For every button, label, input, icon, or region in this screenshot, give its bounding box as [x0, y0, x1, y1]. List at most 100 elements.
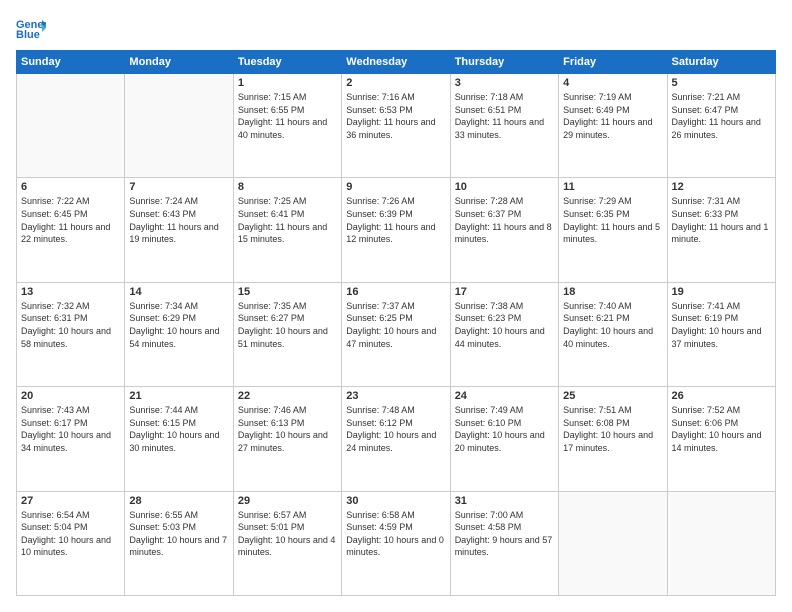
cell-info: Sunrise: 7:43 AMSunset: 6:17 PMDaylight:…	[21, 404, 120, 454]
day-number: 20	[21, 390, 120, 402]
calendar-cell: 11 Sunrise: 7:29 AMSunset: 6:35 PMDayligh…	[559, 178, 667, 282]
cell-info: Sunrise: 7:34 AMSunset: 6:29 PMDaylight:…	[129, 300, 228, 350]
day-number: 4	[563, 77, 662, 89]
calendar-table: SundayMondayTuesdayWednesdayThursdayFrid…	[16, 50, 776, 596]
calendar-cell: 23Sunrise: 7:48 AMSunset: 6:12 PMDayligh…	[342, 387, 450, 491]
day-number: 6	[21, 181, 120, 193]
day-number: 12	[672, 181, 771, 193]
day-number: 10	[455, 181, 554, 193]
day-number: 25	[563, 390, 662, 402]
day-number: 1	[238, 77, 337, 89]
calendar-cell: 26 Sunrise: 7:52 AMSunset: 6:06 PMDayligh…	[667, 387, 775, 491]
day-number: 18	[563, 286, 662, 298]
cell-info: Sunrise: 7:52 AMSunset: 6:06 PMDaylight:…	[672, 404, 771, 454]
calendar-cell	[125, 74, 233, 178]
day-number: 23	[346, 390, 445, 402]
weekday-header-tuesday: Tuesday	[233, 51, 341, 74]
cell-info: Sunrise: 7:24 AMSunset: 6:43 PMDaylight:…	[129, 195, 228, 245]
cell-info: Sunrise: 7:31 AMSunset: 6:33 PMDaylight:…	[672, 195, 771, 245]
week-row-1: 6 Sunrise: 7:22 AMSunset: 6:45 PMDaylight…	[17, 178, 776, 282]
svg-text:Blue: Blue	[16, 29, 40, 40]
day-number: 30	[346, 495, 445, 507]
calendar-cell: 8 Sunrise: 7:25 AMSunset: 6:41 PMDaylight…	[233, 178, 341, 282]
cell-info: Sunrise: 7:16 AMSunset: 6:53 PMDaylight:…	[346, 91, 445, 141]
calendar-cell: 3Sunrise: 7:18 AMSunset: 6:51 PMDaylight…	[450, 74, 558, 178]
calendar-cell: 24 Sunrise: 7:49 AMSunset: 6:10 PMDayligh…	[450, 387, 558, 491]
day-number: 16	[346, 286, 445, 298]
day-number: 15	[238, 286, 337, 298]
cell-info: Sunrise: 7:28 AMSunset: 6:37 PMDaylight:…	[455, 195, 554, 245]
calendar-cell: 29 Sunrise: 6:57 AMSunset: 5:01 PMDayligh…	[233, 491, 341, 595]
calendar-cell: 22 Sunrise: 7:46 AMSunset: 6:13 PMDayligh…	[233, 387, 341, 491]
calendar-cell: 15 Sunrise: 7:35 AMSunset: 6:27 PMDayligh…	[233, 282, 341, 386]
calendar-cell: 7Sunrise: 7:24 AMSunset: 6:43 PMDaylight…	[125, 178, 233, 282]
header: General Blue	[16, 16, 776, 40]
cell-info: Sunrise: 7:38 AMSunset: 6:23 PMDaylight:…	[455, 300, 554, 350]
cell-info: Sunrise: 7:49 AMSunset: 6:10 PMDaylight:…	[455, 404, 554, 454]
calendar-cell: 20 Sunrise: 7:43 AMSunset: 6:17 PMDayligh…	[17, 387, 125, 491]
calendar-page: General Blue SundayMondayTuesdayWednesda…	[0, 0, 792, 612]
cell-info: Sunrise: 7:15 AMSunset: 6:55 PMDaylight:…	[238, 91, 337, 141]
weekday-header-monday: Monday	[125, 51, 233, 74]
cell-info: Sunrise: 7:44 AMSunset: 6:15 PMDaylight:…	[129, 404, 228, 454]
weekday-header-sunday: Sunday	[17, 51, 125, 74]
weekday-header-wednesday: Wednesday	[342, 51, 450, 74]
cell-info: Sunrise: 6:57 AMSunset: 5:01 PMDaylight:…	[238, 509, 337, 559]
cell-info: Sunrise: 7:19 AMSunset: 6:49 PMDaylight:…	[563, 91, 662, 141]
calendar-cell	[559, 491, 667, 595]
cell-info: Sunrise: 6:55 AMSunset: 5:03 PMDaylight:…	[129, 509, 228, 559]
calendar-cell: 25 Sunrise: 7:51 AMSunset: 6:08 PMDayligh…	[559, 387, 667, 491]
day-number: 22	[238, 390, 337, 402]
cell-info: Sunrise: 6:54 AMSunset: 5:04 PMDaylight:…	[21, 509, 120, 559]
calendar-cell: 18Sunrise: 7:40 AMSunset: 6:21 PMDayligh…	[559, 282, 667, 386]
day-number: 17	[455, 286, 554, 298]
calendar-cell: 4 Sunrise: 7:19 AMSunset: 6:49 PMDaylight…	[559, 74, 667, 178]
cell-info: Sunrise: 7:32 AMSunset: 6:31 PMDaylight:…	[21, 300, 120, 350]
calendar-cell: 31 Sunrise: 7:00 AMSunset: 4:58 PMDayligh…	[450, 491, 558, 595]
calendar-cell: 28 Sunrise: 6:55 AMSunset: 5:03 PMDayligh…	[125, 491, 233, 595]
calendar-cell	[667, 491, 775, 595]
week-row-2: 13 Sunrise: 7:32 AMSunset: 6:31 PMDayligh…	[17, 282, 776, 386]
day-number: 27	[21, 495, 120, 507]
calendar-cell: 27 Sunrise: 6:54 AMSunset: 5:04 PMDayligh…	[17, 491, 125, 595]
calendar-cell: 17 Sunrise: 7:38 AMSunset: 6:23 PMDayligh…	[450, 282, 558, 386]
day-number: 29	[238, 495, 337, 507]
weekday-header-row: SundayMondayTuesdayWednesdayThursdayFrid…	[17, 51, 776, 74]
calendar-cell: 14Sunrise: 7:34 AMSunset: 6:29 PMDayligh…	[125, 282, 233, 386]
calendar-cell: 19 Sunrise: 7:41 AMSunset: 6:19 PMDayligh…	[667, 282, 775, 386]
day-number: 8	[238, 181, 337, 193]
calendar-cell: 21Sunrise: 7:44 AMSunset: 6:15 PMDayligh…	[125, 387, 233, 491]
day-number: 11	[563, 181, 662, 193]
cell-info: Sunrise: 7:22 AMSunset: 6:45 PMDaylight:…	[21, 195, 120, 245]
logo: General Blue	[16, 16, 50, 40]
week-row-0: 1 Sunrise: 7:15 AMSunset: 6:55 PMDaylight…	[17, 74, 776, 178]
cell-info: Sunrise: 6:58 AMSunset: 4:59 PMDaylight:…	[346, 509, 445, 559]
day-number: 28	[129, 495, 228, 507]
cell-info: Sunrise: 7:51 AMSunset: 6:08 PMDaylight:…	[563, 404, 662, 454]
cell-info: Sunrise: 7:41 AMSunset: 6:19 PMDaylight:…	[672, 300, 771, 350]
day-number: 19	[672, 286, 771, 298]
cell-info: Sunrise: 7:29 AMSunset: 6:35 PMDaylight:…	[563, 195, 662, 245]
calendar-cell: 12 Sunrise: 7:31 AMSunset: 6:33 PMDayligh…	[667, 178, 775, 282]
day-number: 9	[346, 181, 445, 193]
calendar-cell: 5Sunrise: 7:21 AMSunset: 6:47 PMDaylight…	[667, 74, 775, 178]
calendar-cell: 13 Sunrise: 7:32 AMSunset: 6:31 PMDayligh…	[17, 282, 125, 386]
day-number: 13	[21, 286, 120, 298]
cell-info: Sunrise: 7:37 AMSunset: 6:25 PMDaylight:…	[346, 300, 445, 350]
cell-info: Sunrise: 7:00 AMSunset: 4:58 PMDaylight:…	[455, 509, 554, 559]
cell-info: Sunrise: 7:46 AMSunset: 6:13 PMDaylight:…	[238, 404, 337, 454]
day-number: 24	[455, 390, 554, 402]
calendar-cell: 9Sunrise: 7:26 AMSunset: 6:39 PMDaylight…	[342, 178, 450, 282]
cell-info: Sunrise: 7:18 AMSunset: 6:51 PMDaylight:…	[455, 91, 554, 141]
weekday-header-thursday: Thursday	[450, 51, 558, 74]
cell-info: Sunrise: 7:21 AMSunset: 6:47 PMDaylight:…	[672, 91, 771, 141]
weekday-header-saturday: Saturday	[667, 51, 775, 74]
day-number: 26	[672, 390, 771, 402]
cell-info: Sunrise: 7:35 AMSunset: 6:27 PMDaylight:…	[238, 300, 337, 350]
week-row-3: 20 Sunrise: 7:43 AMSunset: 6:17 PMDayligh…	[17, 387, 776, 491]
calendar-cell: 10 Sunrise: 7:28 AMSunset: 6:37 PMDayligh…	[450, 178, 558, 282]
calendar-cell: 6 Sunrise: 7:22 AMSunset: 6:45 PMDaylight…	[17, 178, 125, 282]
day-number: 31	[455, 495, 554, 507]
weekday-header-friday: Friday	[559, 51, 667, 74]
cell-info: Sunrise: 7:25 AMSunset: 6:41 PMDaylight:…	[238, 195, 337, 245]
